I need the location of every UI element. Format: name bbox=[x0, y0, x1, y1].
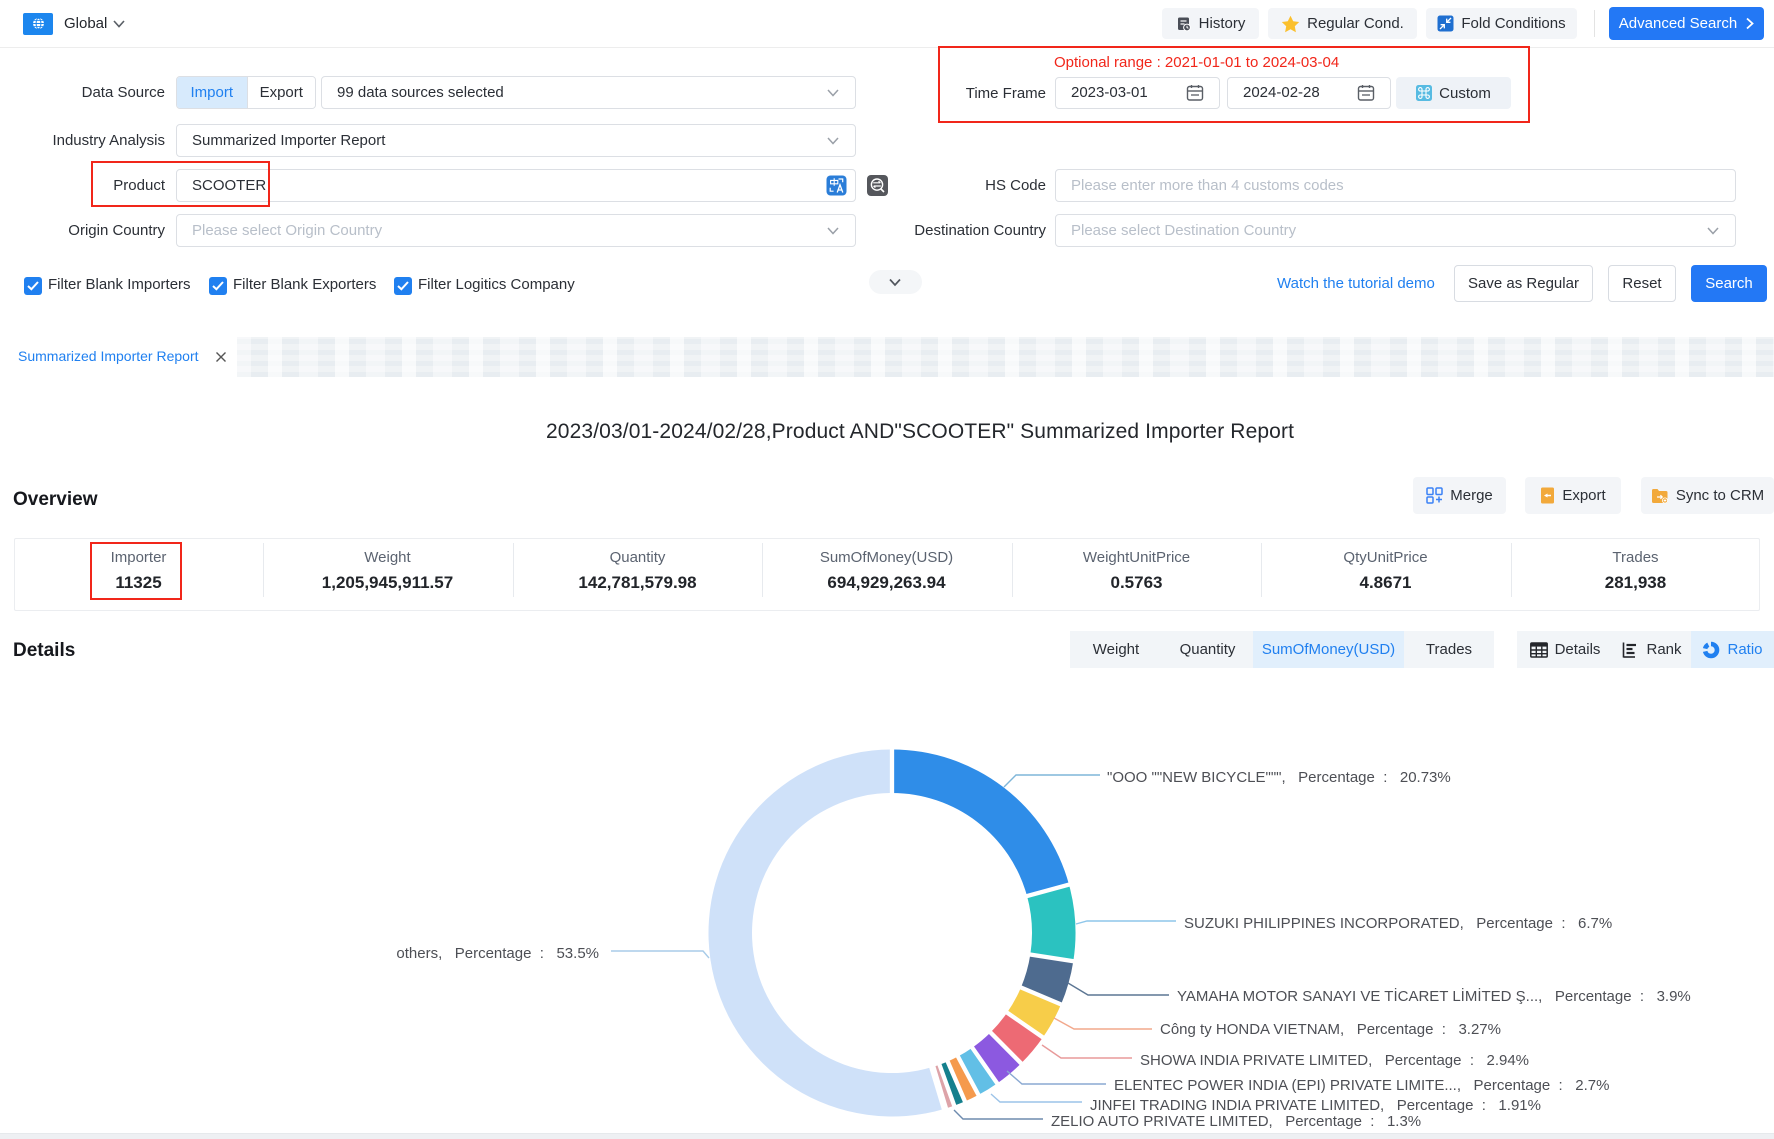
svg-text:others, Percentage : 53.5: others, Percentage : 53.5% bbox=[396, 945, 599, 962]
svg-text:SHOWA INDIA PRIVATE LIMITED,: SHOWA INDIA PRIVATE LIMITED, Percentage … bbox=[1140, 1052, 1529, 1069]
svg-text:JINFEI TRADING INDIA PRIVATE L: JINFEI TRADING INDIA PRIVATE LIMITED, Pe… bbox=[1090, 1097, 1541, 1114]
svg-text:"OOO ""NEW BICYCLE""", Perce: "OOO ""NEW BICYCLE""", Percentage : 20.7… bbox=[1107, 769, 1451, 786]
svg-text:YAMAHA MOTOR SANAYI VE TİCARET: YAMAHA MOTOR SANAYI VE TİCARET LİMİTED Ş… bbox=[1177, 987, 1691, 1005]
svg-text:ELENTEC POWER INDIA (EPI) PRIV: ELENTEC POWER INDIA (EPI) PRIVATE LIMITE… bbox=[1114, 1077, 1609, 1094]
svg-text:Công ty HONDA VIETNAM, Perce: Công ty HONDA VIETNAM, Percentage : 3.27… bbox=[1160, 1021, 1501, 1038]
svg-text:SUZUKI PHILIPPINES INCORPORATE: SUZUKI PHILIPPINES INCORPORATED, Percent… bbox=[1184, 915, 1612, 932]
svg-text:ZELIO AUTO PRIVATE LIMITED,: ZELIO AUTO PRIVATE LIMITED, Percentage :… bbox=[1051, 1113, 1421, 1130]
